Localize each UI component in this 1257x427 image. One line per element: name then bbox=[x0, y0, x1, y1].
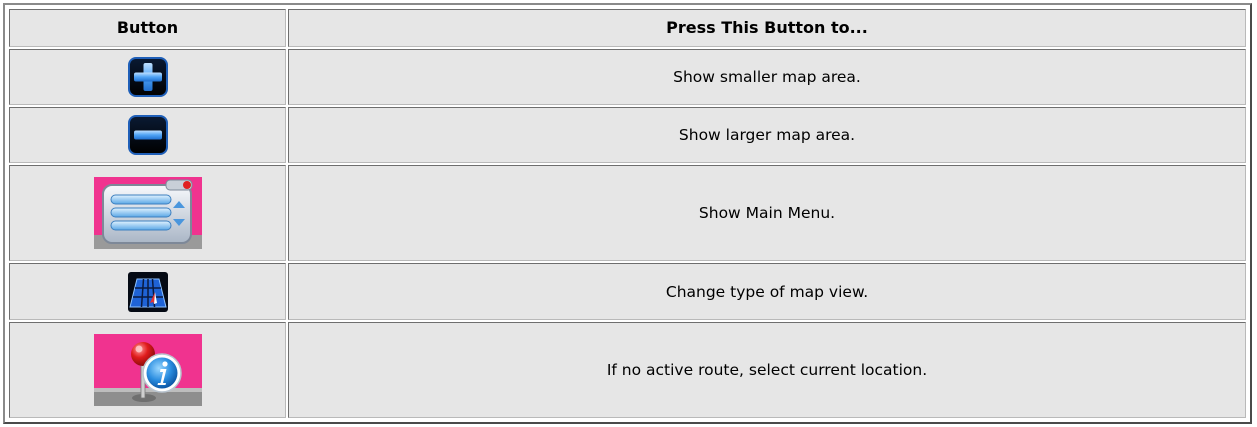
icon-cell bbox=[9, 48, 286, 105]
button-reference-table-frame: Button Press This Button to... Show smal… bbox=[3, 3, 1252, 424]
icon-cell bbox=[9, 165, 286, 262]
table-row: Change type of map view. bbox=[9, 263, 1246, 320]
map-view-grid-icon bbox=[10, 271, 285, 312]
row-description: If no active route, select current locat… bbox=[288, 321, 1246, 418]
header-button: Button bbox=[9, 9, 286, 47]
icon-cell bbox=[9, 263, 286, 320]
table-row: Show smaller map area. bbox=[9, 48, 1246, 105]
zoom-in-plus-icon bbox=[10, 56, 285, 97]
header-action: Press This Button to... bbox=[288, 9, 1246, 47]
row-description: Show Main Menu. bbox=[288, 165, 1246, 262]
button-reference-table: Button Press This Button to... Show smal… bbox=[7, 7, 1248, 420]
zoom-out-minus-icon bbox=[10, 115, 285, 155]
location-info-pin-icon bbox=[10, 333, 285, 406]
table-row: Show Main Menu. bbox=[9, 165, 1246, 262]
icon-cell bbox=[9, 106, 286, 164]
icon-cell bbox=[9, 321, 286, 418]
table-row: Show larger map area. bbox=[9, 106, 1246, 164]
row-description: Show smaller map area. bbox=[288, 48, 1246, 105]
table-row: If no active route, select current locat… bbox=[9, 321, 1246, 418]
row-description: Change type of map view. bbox=[288, 263, 1246, 320]
table-header-row: Button Press This Button to... bbox=[9, 9, 1246, 47]
main-menu-icon bbox=[10, 177, 285, 250]
row-description: Show larger map area. bbox=[288, 106, 1246, 164]
